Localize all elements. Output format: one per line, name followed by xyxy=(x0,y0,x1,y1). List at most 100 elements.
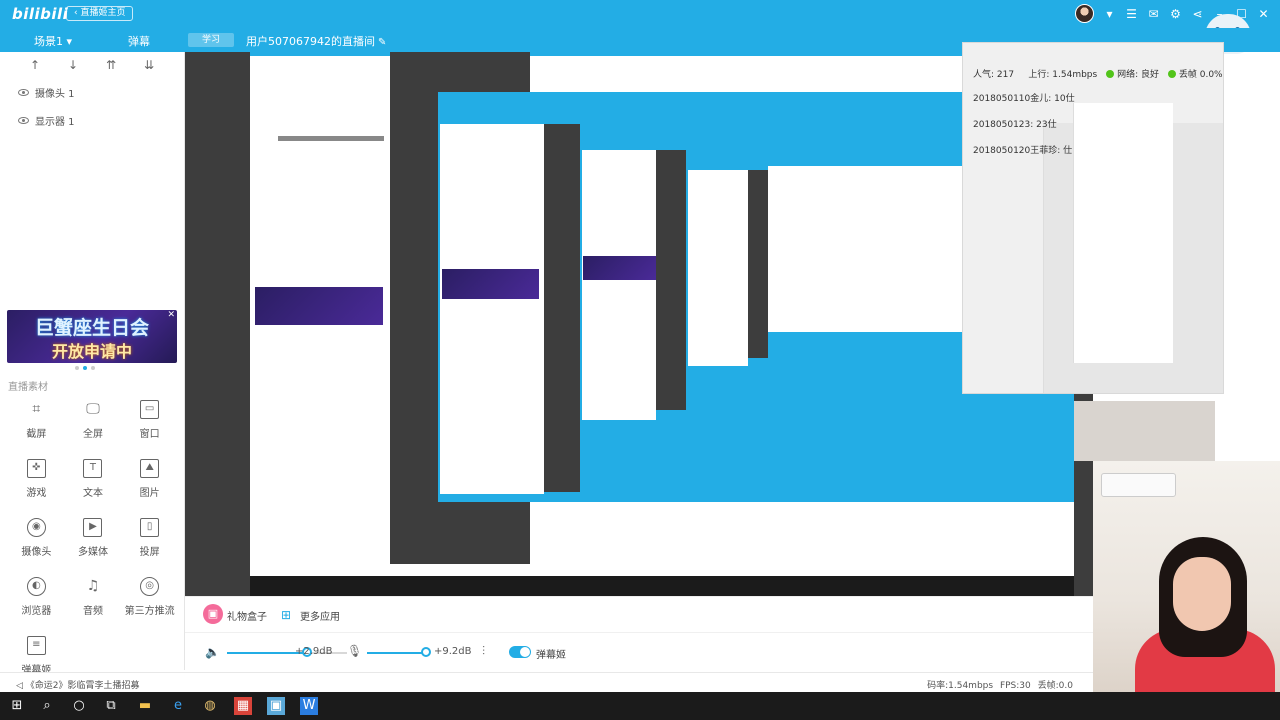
overlay-dropped: 丢帧 0.0% xyxy=(1178,70,1223,80)
danmu-toggle-label: 弹幕姬 xyxy=(536,650,566,661)
person-face xyxy=(1173,557,1231,631)
move-up-icon[interactable]: ↑ xyxy=(30,58,40,78)
overlay-network: 网络: 良好 xyxy=(1117,70,1159,80)
move-bottom-icon[interactable]: ⇊ xyxy=(144,58,154,78)
tool-image[interactable]: ⛰ 图片 xyxy=(121,459,178,499)
nested-banner-1 xyxy=(255,287,383,325)
tool-danmaku[interactable]: ≡ 弹幕姬 xyxy=(8,636,65,676)
media-file-icon: ▶ xyxy=(83,518,103,537)
tool-label: 浏览器 xyxy=(21,606,52,617)
overlay-gift-line: 2018050120王菲珍: 仕 xyxy=(973,146,1073,156)
mail-icon[interactable]: ✉ xyxy=(1147,5,1160,23)
slider-knob[interactable] xyxy=(420,647,431,657)
crop-icon: ⌗ xyxy=(32,401,41,417)
status-stats: 码率:1.54mbps FPS:30 丢帧:0.0 xyxy=(927,678,1073,691)
chevron-down-icon[interactable]: ▾ xyxy=(1103,5,1116,23)
settings-icon[interactable]: ⚙ xyxy=(1169,5,1182,23)
tool-label: 截屏 xyxy=(26,429,47,440)
tool-camera[interactable]: ◉ 摄像头 xyxy=(8,518,65,558)
apps-bar: ▣ 礼物盒子 ⊞ 更多应用 xyxy=(185,596,1093,632)
mic-volume-slider[interactable] xyxy=(367,647,431,657)
search-icon[interactable]: ⌕ xyxy=(38,697,56,715)
nested-toolbar-line xyxy=(278,136,384,141)
tool-browser[interactable]: ◐ 浏览器 xyxy=(8,577,65,617)
title-bar: bilibili ‹ 直播姬主页 ▾ ☰ ✉ ⚙ ⋖ – ☐ ✕ xyxy=(0,0,1280,28)
file-explorer-icon[interactable]: ▬ xyxy=(136,697,154,715)
gift-box-label[interactable]: 礼物盒子 xyxy=(227,608,267,623)
pagination-dot[interactable] xyxy=(91,366,95,370)
tool-fullscreen[interactable]: 🖵 全屏 xyxy=(65,400,122,440)
tool-text[interactable]: T 文本 xyxy=(65,459,122,499)
tool-third-party-stream[interactable]: ◎ 第三方推流 xyxy=(121,577,178,617)
edge-icon[interactable]: e xyxy=(169,697,187,715)
scene-select[interactable]: 场景1 ▾ xyxy=(34,33,72,49)
tool-label: 多媒体 xyxy=(77,547,108,558)
source-item-camera[interactable]: 摄像头 1 xyxy=(0,78,184,106)
microphone-icon[interactable]: 🎙 xyxy=(347,644,362,658)
promo-banner-line2: 开放申请中 xyxy=(51,342,132,361)
tool-game[interactable]: ✜ 游戏 xyxy=(8,459,65,499)
nested-sidebar-2 xyxy=(440,124,544,494)
app-icon[interactable]: ▦ xyxy=(234,697,252,715)
stream-icon: ◎ xyxy=(140,577,160,596)
nested-preview-3 xyxy=(656,150,686,410)
tool-label: 游戏 xyxy=(26,488,47,499)
text-icon: T xyxy=(83,459,103,478)
eye-icon[interactable] xyxy=(18,88,29,96)
gift-box-icon[interactable]: ▣ xyxy=(203,604,223,624)
more-apps-label[interactable]: 更多应用 xyxy=(300,608,340,623)
tool-audio[interactable]: ♫ 音频 xyxy=(65,577,122,617)
banner-pagination xyxy=(75,366,95,370)
tool-label: 摄像头 xyxy=(21,547,52,558)
speaker-icon[interactable]: 🔈 xyxy=(205,645,220,659)
source-item-label: 摄像头 1 xyxy=(35,88,75,100)
cortana-icon[interactable]: ○ xyxy=(70,697,88,715)
room-title: 用户507067942的直播间 ✎ xyxy=(246,33,386,49)
nested-sidebar-4 xyxy=(688,170,748,366)
bilibili-logo: bilibili xyxy=(12,5,69,23)
app-icon[interactable]: ◍ xyxy=(201,697,219,715)
tool-cast[interactable]: ▯ 投屏 xyxy=(121,518,178,558)
tool-label: 投屏 xyxy=(139,547,160,558)
share-icon[interactable]: ⋖ xyxy=(1191,5,1204,23)
move-top-icon[interactable]: ⇈ xyxy=(106,58,116,78)
tool-screenshot[interactable]: ⌗ 截屏 xyxy=(8,400,65,440)
source-item-display[interactable]: 显示器 1 xyxy=(0,106,184,134)
edit-icon[interactable]: ✎ xyxy=(378,37,386,48)
eye-icon[interactable] xyxy=(18,116,29,124)
tool-label: 文本 xyxy=(82,488,103,499)
preview-captured-screen[interactable] xyxy=(250,52,1074,596)
home-button[interactable]: ‹ 直播姬主页 xyxy=(66,6,134,21)
bilibili-live-icon[interactable]: ▣ xyxy=(267,697,285,715)
tool-label: 音频 xyxy=(82,606,103,617)
menu-icon[interactable]: ☰ xyxy=(1125,5,1138,23)
close-icon[interactable]: ✕ xyxy=(1257,5,1270,23)
source-order-controls: ↑ ↓ ⇈ ⇊ xyxy=(0,52,184,78)
study-button[interactable]: 学习 xyxy=(188,33,234,47)
status-dot-icon xyxy=(1167,70,1176,78)
mixer-icon[interactable]: ⫶ xyxy=(482,644,485,659)
status-game: ◁ 《命运2》影临霄李土播招募 xyxy=(16,678,140,691)
avatar[interactable] xyxy=(1075,4,1094,23)
writer-icon[interactable]: W xyxy=(300,697,318,715)
tool-media[interactable]: ▶ 多媒体 xyxy=(65,518,122,558)
danmu-toggle[interactable] xyxy=(509,646,531,658)
overlay-gift-line: 2018050123: 23仕 xyxy=(973,120,1057,130)
tool-window[interactable]: ▭ 窗口 xyxy=(121,400,178,440)
status-bar: ◁ 《命运2》影临霄李土播招募 码率:1.54mbps FPS:30 丢帧:0.… xyxy=(0,672,1093,692)
webcam-echo xyxy=(1074,401,1215,461)
close-icon[interactable]: ✕ xyxy=(167,310,175,320)
game-icon: ◁ xyxy=(16,681,23,691)
windows-start-icon[interactable]: ⊞ xyxy=(8,697,26,715)
nested-taskbar xyxy=(250,576,1074,596)
move-down-icon[interactable]: ↓ xyxy=(68,58,78,78)
tab-danmu[interactable]: 弹幕 xyxy=(128,33,150,49)
pagination-dot[interactable] xyxy=(83,366,87,370)
air-conditioner xyxy=(1101,473,1176,497)
task-view-icon[interactable]: ⧉ xyxy=(102,697,120,715)
tool-label: 第三方推流 xyxy=(124,606,175,617)
apps-grid-icon[interactable]: ⊞ xyxy=(281,608,291,622)
pagination-dot[interactable] xyxy=(75,366,79,370)
promo-banner[interactable]: 巨蟹座生日会 开放申请中 ✕ xyxy=(7,310,177,363)
materials-grid: ⌗ 截屏 🖵 全屏 ▭ 窗口 ✜ 游戏 T 文本 ⛰ 图片 ◉ 摄像头 ▶ 多媒体 ▯ 投屏 ◐ 浏… xyxy=(8,400,178,676)
